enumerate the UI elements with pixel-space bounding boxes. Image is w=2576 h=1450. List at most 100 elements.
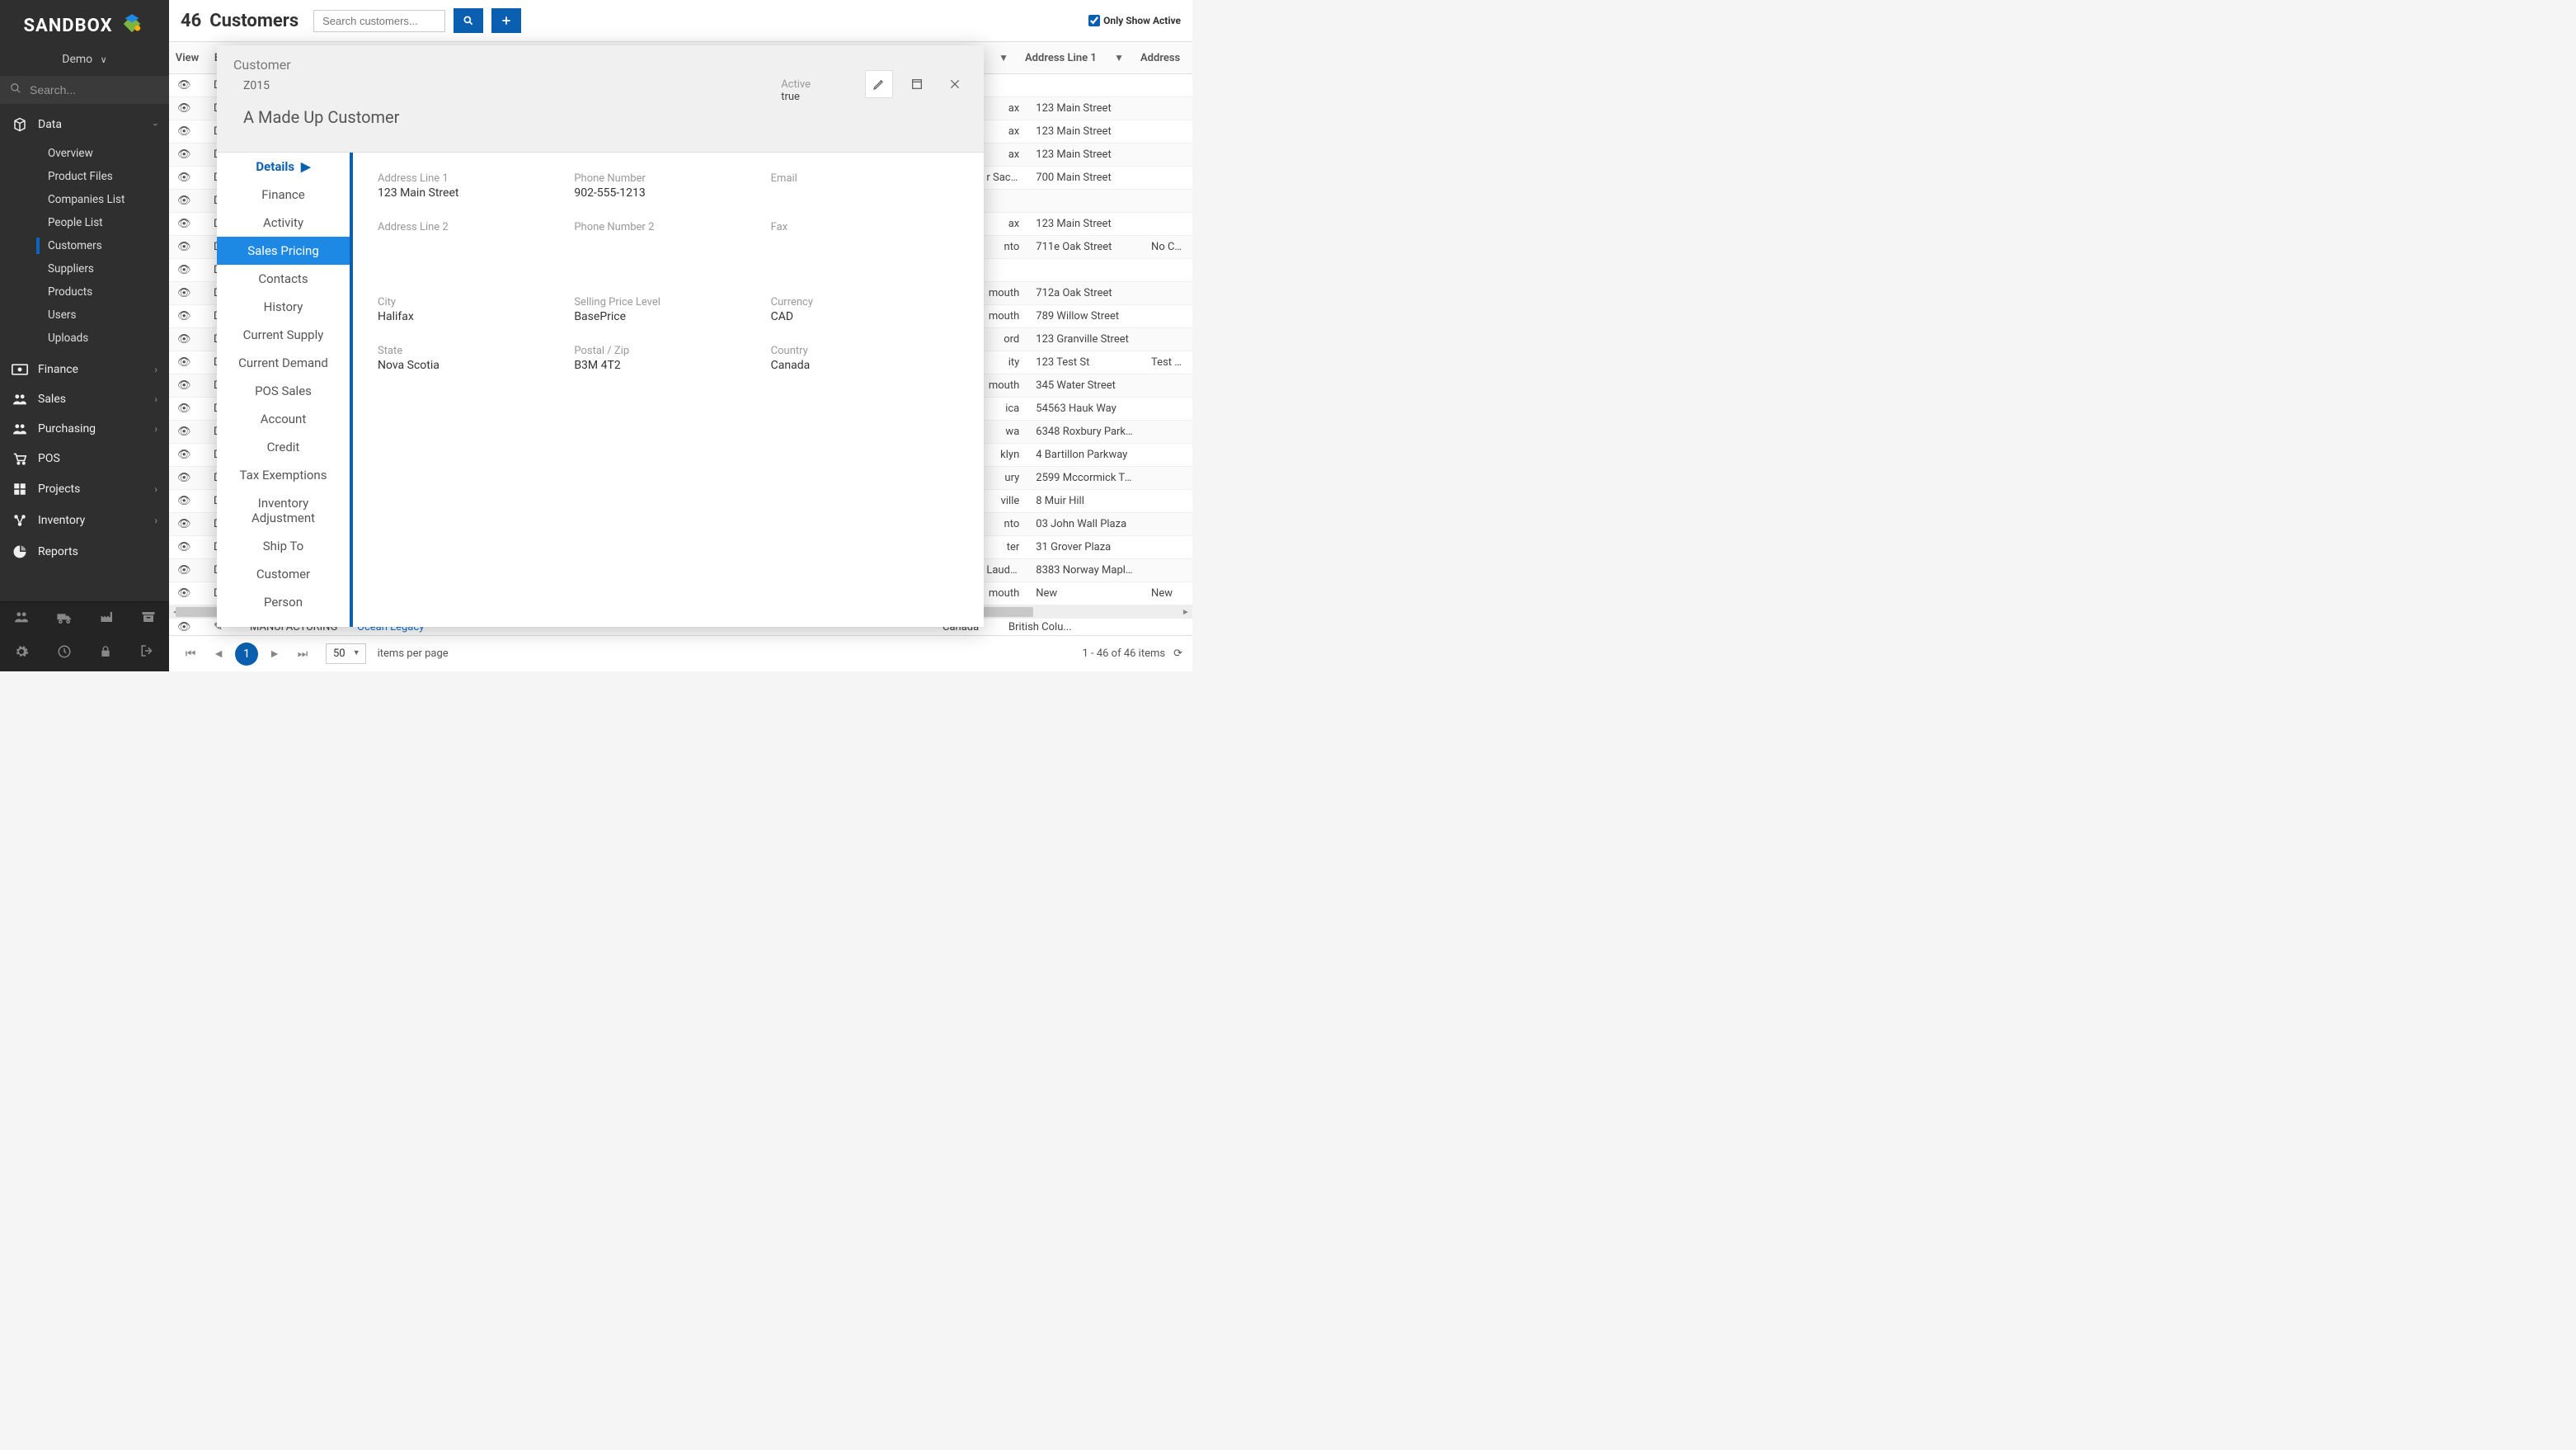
tab-current-demand[interactable]: Current Demand — [217, 349, 350, 377]
view-icon[interactable]: 👁 — [177, 587, 191, 600]
sidebar-item-inventory[interactable]: Inventory› — [0, 505, 169, 536]
tab-activity[interactable]: Activity — [217, 209, 350, 237]
view-icon[interactable]: 👁 — [177, 472, 191, 484]
view-icon[interactable]: 👁 — [177, 125, 191, 138]
address-cell: 711e Oak Street — [1027, 241, 1143, 253]
only-active-checkbox[interactable] — [1088, 15, 1100, 26]
view-icon[interactable]: 👁 — [177, 79, 191, 92]
logout-icon[interactable] — [140, 644, 155, 663]
view-icon[interactable]: 👁 — [177, 102, 191, 115]
column-address-1[interactable]: Address Line 1▼ — [1017, 52, 1132, 64]
customers-search-input[interactable] — [313, 10, 445, 32]
tab-current-supply[interactable]: Current Supply — [217, 321, 350, 349]
view-icon[interactable]: 👁 — [177, 403, 191, 415]
add-customer-button[interactable] — [491, 8, 521, 33]
field-label: City — [378, 296, 566, 308]
tab-history[interactable]: History — [217, 293, 350, 321]
field-value — [771, 235, 959, 248]
view-icon[interactable]: 👁 — [177, 426, 191, 438]
sidebar-item-finance[interactable]: Finance› — [0, 355, 169, 384]
view-icon[interactable]: 👁 — [177, 564, 191, 577]
pager-last-button[interactable]: ⏭ — [291, 643, 314, 666]
lock-icon[interactable] — [99, 644, 112, 663]
view-icon[interactable]: 👁 — [177, 264, 191, 276]
column-view[interactable]: View — [169, 52, 205, 64]
pager-first-button[interactable]: ⏮ — [179, 643, 202, 666]
pie-icon — [12, 544, 28, 559]
sidebar-subitem-product-files[interactable]: Product Files — [0, 165, 169, 188]
tab-contacts[interactable]: Contacts — [217, 265, 350, 293]
column-address-2[interactable]: Address — [1132, 52, 1182, 64]
sidebar-subitem-uploads[interactable]: Uploads — [0, 327, 169, 350]
pager-page-button[interactable]: 1 — [235, 643, 258, 666]
view-icon[interactable]: 👁 — [177, 310, 191, 322]
page-size-selector[interactable]: 50 — [326, 643, 366, 664]
tab-details[interactable]: Details▶ — [217, 153, 350, 181]
tab-customer[interactable]: Customer — [217, 560, 350, 588]
clock-icon[interactable] — [57, 644, 72, 663]
view-icon[interactable]: 👁 — [177, 333, 191, 346]
view-icon[interactable]: 👁 — [177, 241, 191, 253]
view-icon[interactable]: 👁 — [177, 495, 191, 507]
gear-icon[interactable] — [14, 644, 29, 663]
tenant-selector[interactable]: Demo ∨ — [0, 48, 169, 76]
logo-icon — [118, 10, 146, 41]
tab-credit[interactable]: Credit — [217, 433, 350, 461]
view-icon[interactable]: 👁 — [177, 518, 191, 530]
view-icon[interactable]: 👁 — [177, 379, 191, 392]
sidebar: SANDBOX Demo ∨ Data›OverviewProduct File… — [0, 0, 169, 671]
edit-button[interactable] — [865, 70, 893, 98]
pager-prev-button[interactable]: ◄ — [207, 643, 230, 666]
truck-icon[interactable] — [56, 610, 73, 628]
view-icon[interactable]: 👁 — [177, 449, 191, 461]
view-icon[interactable]: 👁 — [177, 356, 191, 369]
tab-sales-pricing[interactable]: Sales Pricing — [217, 237, 350, 265]
tab-inventory-adjustment[interactable]: Inventory Adjustment — [217, 489, 350, 532]
sidebar-subitem-overview[interactable]: Overview — [0, 142, 169, 165]
panel-detail-content: Address Line 1123 Main Street Phone Numb… — [353, 153, 984, 627]
sidebar-subitem-people-list[interactable]: People List — [0, 211, 169, 234]
tab-tax-exemptions[interactable]: Tax Exemptions — [217, 461, 350, 489]
sidebar-subitem-products[interactable]: Products — [0, 280, 169, 304]
field-label: Fax — [771, 221, 959, 233]
sidebar-item-sales[interactable]: Sales› — [0, 384, 169, 414]
sidebar-item-purchasing[interactable]: Purchasing› — [0, 414, 169, 444]
field-label: Address Line 1 — [378, 172, 566, 185]
view-icon[interactable]: 👁 — [177, 172, 191, 184]
scroll-right-icon[interactable]: ► — [1179, 605, 1192, 619]
sidebar-search-input[interactable] — [30, 83, 179, 97]
view-icon[interactable]: 👁 — [177, 218, 191, 230]
tab-finance[interactable]: Finance — [217, 181, 350, 209]
filter-icon[interactable]: ▼ — [1114, 52, 1124, 64]
tab-ship-to[interactable]: Ship To — [217, 532, 350, 560]
sidebar-item-pos[interactable]: POS — [0, 444, 169, 473]
close-button[interactable] — [941, 70, 969, 98]
users-icon[interactable] — [13, 610, 30, 628]
status-label: Active — [781, 78, 811, 91]
view-icon[interactable]: 👁 — [177, 195, 191, 207]
address-cell: 123 Test St — [1027, 356, 1143, 369]
search-button[interactable] — [454, 8, 483, 33]
sidebar-item-projects[interactable]: Projects› — [0, 473, 169, 505]
view-icon[interactable]: 👁 — [177, 541, 191, 553]
sidebar-subitem-users[interactable]: Users — [0, 304, 169, 327]
factory-icon[interactable] — [100, 610, 115, 628]
pager-next-button[interactable]: ► — [263, 643, 286, 666]
tab-person[interactable]: Person — [217, 588, 350, 616]
view-icon[interactable]: 👁 — [177, 148, 191, 161]
refresh-button[interactable]: ⟳ — [1173, 647, 1182, 660]
tab-pos-sales[interactable]: POS Sales — [217, 377, 350, 405]
view-icon[interactable]: 👁 — [177, 287, 191, 299]
address-cell: 123 Main Street — [1027, 125, 1143, 138]
sidebar-item-data[interactable]: Data› — [0, 109, 169, 140]
tab-account[interactable]: Account — [217, 405, 350, 433]
sidebar-subitem-customers[interactable]: Customers — [0, 234, 169, 257]
filter-icon[interactable]: ▼ — [999, 52, 1008, 64]
sidebar-subitem-companies-list[interactable]: Companies List — [0, 188, 169, 211]
sidebar-item-reports[interactable]: Reports — [0, 536, 169, 567]
maximize-button[interactable] — [903, 70, 931, 98]
archive-icon[interactable] — [141, 610, 156, 628]
view-icon[interactable]: 👁 — [177, 621, 191, 633]
chevron-right-icon: › — [154, 364, 157, 375]
sidebar-subitem-suppliers[interactable]: Suppliers — [0, 257, 169, 280]
